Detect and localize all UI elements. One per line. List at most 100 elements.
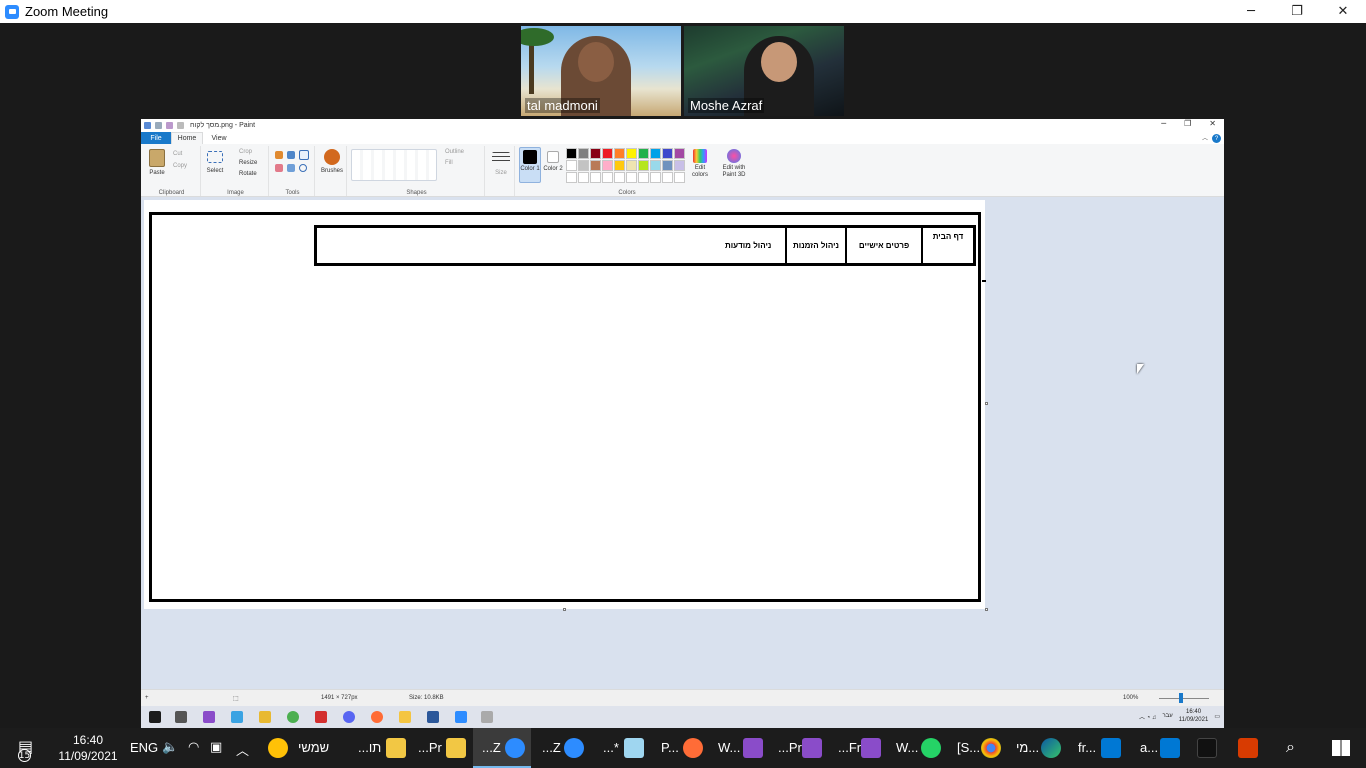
zoom-taskbar-icon[interactable]: [505, 738, 525, 758]
taskbar-app-label[interactable]: מי...: [1016, 740, 1039, 755]
undo-icon[interactable]: [166, 122, 173, 129]
minimize-ribbon-icon[interactable]: ︿: [1202, 133, 1208, 142]
visual-studio-icon[interactable]: [802, 738, 822, 758]
shapes-gallery[interactable]: [351, 149, 437, 181]
redo-icon[interactable]: [177, 122, 184, 129]
palette-swatch[interactable]: [602, 148, 613, 159]
vscode-icon[interactable]: [1160, 738, 1180, 758]
file-explorer-icon[interactable]: [446, 738, 466, 758]
postman-icon[interactable]: [683, 738, 703, 758]
palette-swatch[interactable]: [602, 172, 613, 183]
palette-swatch[interactable]: [638, 148, 649, 159]
restore-button[interactable]: ❐: [1274, 0, 1320, 23]
wifi-icon[interactable]: ◠: [188, 740, 199, 755]
paste-button[interactable]: Paste: [147, 170, 167, 177]
palette-swatch[interactable]: [590, 148, 601, 159]
taskbar-app-label[interactable]: [S...: [957, 740, 980, 755]
tab-file[interactable]: File: [141, 132, 171, 144]
network-icon[interactable]: ▣: [210, 740, 222, 755]
remote-taskview-icon[interactable]: [175, 711, 187, 723]
edit-colors-icon[interactable]: [693, 149, 707, 163]
palette-swatch[interactable]: [590, 172, 601, 183]
vscode-icon[interactable]: [1101, 738, 1121, 758]
image-canvas[interactable]: דף הבית פרטים אישיים ניהול הזמנות ניהול …: [144, 200, 985, 609]
remote-zoom-icon[interactable]: [455, 711, 467, 723]
notification-center-icon[interactable]: ▤ 15: [18, 737, 46, 762]
taskbar-app-label[interactable]: ...Z: [482, 740, 501, 755]
remote-discord-icon[interactable]: [343, 711, 355, 723]
palette-swatch[interactable]: [614, 172, 625, 183]
color2-swatch[interactable]: [547, 151, 559, 163]
paste-icon[interactable]: [149, 149, 165, 167]
palette-swatch[interactable]: [578, 148, 589, 159]
chrome-icon[interactable]: [981, 738, 1001, 758]
notepad-icon[interactable]: [624, 738, 644, 758]
eraser-icon[interactable]: [275, 164, 283, 172]
palette-swatch[interactable]: [614, 148, 625, 159]
remote-app-icon[interactable]: [231, 711, 243, 723]
minimize-button[interactable]: ─: [1228, 0, 1274, 23]
palette-swatch[interactable]: [662, 148, 673, 159]
palette-swatch[interactable]: [626, 160, 637, 171]
close-button[interactable]: ✕: [1320, 0, 1366, 23]
taskbar-app-label[interactable]: W...: [718, 740, 740, 755]
remote-word-icon[interactable]: [427, 711, 439, 723]
volume-icon[interactable]: 🔈: [162, 740, 178, 755]
palette-swatch[interactable]: [590, 160, 601, 171]
remote-app2-icon[interactable]: [399, 711, 411, 723]
pencil-icon[interactable]: [275, 151, 283, 159]
sticky-app-icon[interactable]: [268, 738, 288, 758]
save-icon[interactable]: [155, 122, 162, 129]
outline-button[interactable]: Outline: [445, 149, 464, 156]
fill-button[interactable]: Fill: [445, 160, 453, 167]
palette-swatch[interactable]: [674, 148, 685, 159]
start-app-icon[interactable]: [1197, 738, 1217, 758]
file-explorer-icon[interactable]: [386, 738, 406, 758]
palette-swatch[interactable]: [566, 148, 577, 159]
taskbar-app-label[interactable]: ...Pr: [778, 740, 802, 755]
windows-start-icon[interactable]: [1332, 740, 1350, 756]
size-button[interactable]: Size: [489, 170, 513, 177]
palette-swatch[interactable]: [650, 148, 661, 159]
visual-studio-icon[interactable]: [861, 738, 881, 758]
palette-swatch[interactable]: [626, 148, 637, 159]
participant-video-tile[interactable]: tal madmoni: [521, 26, 681, 116]
taskbar-app-label[interactable]: ...Pr: [418, 740, 442, 755]
palette-swatch[interactable]: [578, 172, 589, 183]
taskbar-app-label[interactable]: P...: [661, 740, 679, 755]
select-button[interactable]: Select: [205, 168, 225, 175]
whatsapp-icon[interactable]: [921, 738, 941, 758]
palette-swatch[interactable]: [566, 160, 577, 171]
show-hidden-icons-icon[interactable]: ︿: [236, 740, 249, 759]
taskbar-app-label[interactable]: ...Z: [542, 740, 561, 755]
palette-swatch[interactable]: [602, 160, 613, 171]
taskbar-clock[interactable]: 16:40 11/09/2021: [58, 732, 118, 764]
brush-icon[interactable]: [324, 149, 340, 165]
palette-swatch[interactable]: [578, 160, 589, 171]
palette-swatch[interactable]: [566, 172, 577, 183]
palette-swatch[interactable]: [638, 160, 649, 171]
taskbar-app-label[interactable]: ...תו: [358, 740, 381, 755]
taskbar-app-label[interactable]: fr...: [1078, 740, 1096, 755]
paint-close-button[interactable]: ✕: [1209, 119, 1216, 128]
text-icon[interactable]: [299, 150, 309, 160]
taskbar-app-label[interactable]: W...: [896, 740, 918, 755]
resize-button[interactable]: Resize: [239, 160, 257, 167]
remote-paint-icon[interactable]: [481, 711, 493, 723]
rotate-button[interactable]: Rotate: [239, 171, 257, 178]
palette-swatch[interactable]: [662, 160, 673, 171]
visual-studio-icon[interactable]: [743, 738, 763, 758]
remote-postman-icon[interactable]: [371, 711, 383, 723]
remote-clock[interactable]: 16:40 11/09/2021: [1179, 708, 1209, 724]
taskbar-app-label[interactable]: ...Fr: [838, 740, 861, 755]
palette-swatch[interactable]: [674, 160, 685, 171]
help-icon[interactable]: ?: [1212, 134, 1221, 143]
paint-minimize-button[interactable]: ─: [1161, 119, 1166, 128]
resize-handle-bottom[interactable]: [563, 608, 566, 611]
edit-with-paint3d-button[interactable]: Edit with Paint 3D: [717, 165, 751, 179]
magnifier-icon[interactable]: [299, 164, 307, 172]
paint3d-icon[interactable]: [727, 149, 741, 163]
remote-notification-icon[interactable]: ▭: [1214, 713, 1220, 720]
size-icon[interactable]: [492, 152, 510, 164]
tab-view[interactable]: View: [203, 132, 235, 144]
